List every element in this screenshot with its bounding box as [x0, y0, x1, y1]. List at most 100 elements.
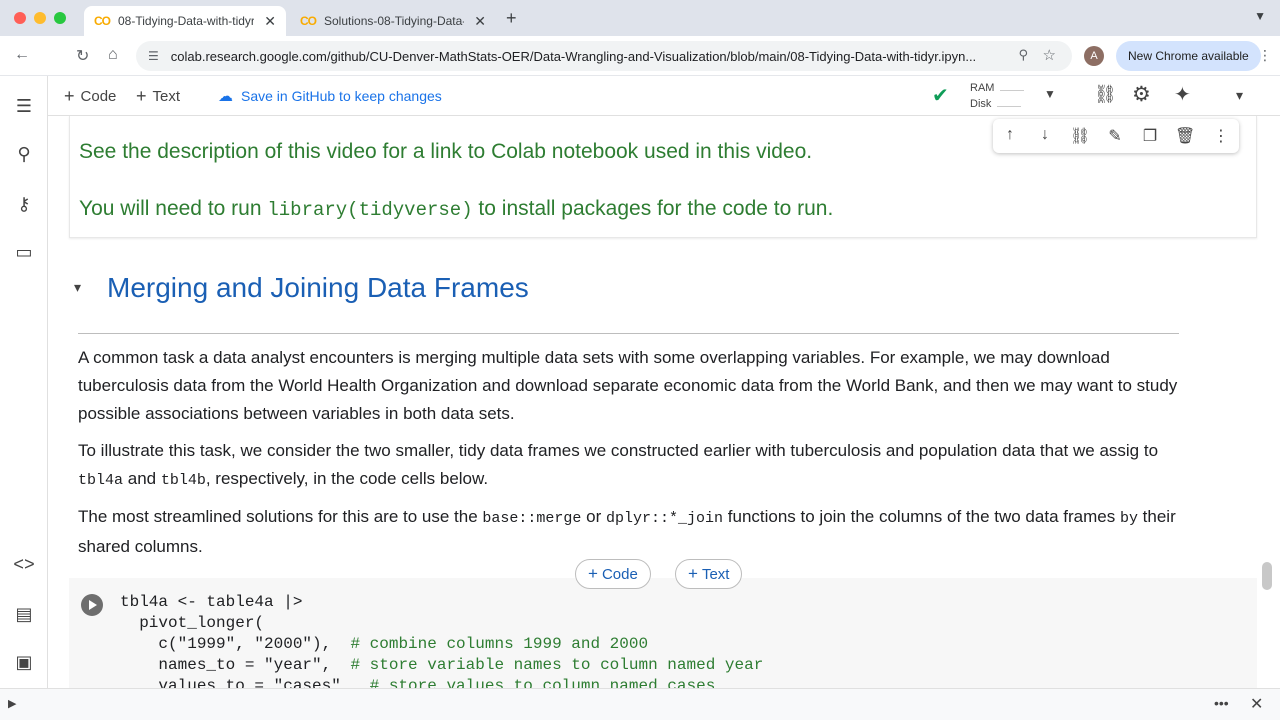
- code-comment: # store variable names to column named y…: [350, 656, 764, 674]
- add-code-label: Code: [80, 88, 117, 105]
- paragraph-illustrate: To illustrate this task, we consider the…: [78, 437, 1198, 495]
- status-more-icon[interactable]: •••: [1214, 695, 1229, 711]
- collapse-header-chevron-icon[interactable]: ▾: [1236, 87, 1243, 104]
- add-text-cell-button[interactable]: + Text: [136, 86, 180, 107]
- chrome-menu-icon[interactable]: ⋮: [1258, 47, 1272, 64]
- settings-gear-icon[interactable]: ⚙: [1132, 82, 1151, 107]
- table-of-contents-icon[interactable]: ☰: [12, 96, 36, 117]
- code-cell[interactable]: tbl4a <- table4a |> pivot_longer( c("199…: [69, 578, 1257, 688]
- move-cell-up-icon[interactable]: ↑: [1000, 126, 1020, 144]
- paragraph-text: To illustrate this task, we consider the…: [78, 441, 1159, 460]
- home-icon[interactable]: ⌂: [108, 46, 118, 64]
- inline-code: by: [1119, 510, 1138, 527]
- code-line: values_to = "cases", # store values to c…: [120, 677, 715, 688]
- scrollbar-thumb[interactable]: [1262, 562, 1272, 590]
- insert-text-label: Text: [701, 565, 730, 583]
- find-replace-icon[interactable]: ⚲: [12, 144, 36, 165]
- plus-icon: +: [64, 86, 75, 106]
- url-text[interactable]: colab.research.google.com/github/CU-Denv…: [171, 49, 1001, 64]
- save-in-github-link[interactable]: ☁ Save in GitHub to keep changes: [218, 87, 442, 105]
- run-cell-play-icon[interactable]: [81, 594, 103, 616]
- paragraph-text: The most streamlined solutions for this …: [78, 507, 483, 526]
- minimize-window-button[interactable]: [34, 12, 46, 24]
- add-text-label: Text: [152, 88, 181, 105]
- code-text: names_to = "year",: [120, 656, 351, 674]
- colab-logo-icon: CO: [94, 14, 111, 28]
- collapse-section-chevron-icon[interactable]: ▾: [74, 279, 81, 296]
- bookmark-star-icon[interactable]: ☆: [1043, 46, 1056, 64]
- code-comment: # combine columns 1999 and 2000: [350, 635, 649, 653]
- colab-logo-icon: CO: [300, 14, 317, 28]
- browser-tab-active[interactable]: CO 08-Tidying-Data-with-tidyr.ip ✕: [84, 6, 286, 36]
- tab-close-icon[interactable]: ✕: [264, 13, 276, 30]
- gemini-sparkle-icon[interactable]: ✦: [1174, 82, 1191, 107]
- video-description-text: See the description of this video for a …: [79, 140, 813, 163]
- terminal-icon[interactable]: ▣: [12, 652, 36, 673]
- instruction-text: to install packages for the code to run.: [472, 197, 834, 220]
- ram-bar: [1000, 83, 1025, 91]
- install-instructions-text: You will need to run library(tidyverse) …: [79, 197, 833, 221]
- connected-check-icon: ✔: [932, 85, 949, 107]
- back-arrow-icon[interactable]: ←: [14, 46, 30, 64]
- status-bar: ▶ ••• ✕: [0, 688, 1280, 720]
- disk-label: Disk: [970, 98, 992, 110]
- tab-title: Solutions-08-Tidying-Data-w: [324, 14, 465, 28]
- inline-code: library(tidyverse): [267, 199, 473, 221]
- command-palette-icon[interactable]: ▤: [12, 604, 36, 625]
- insert-code-cell-button[interactable]: + Code: [575, 559, 651, 589]
- heading-divider: [78, 333, 1179, 334]
- mirror-cell-icon[interactable]: ❐: [1140, 126, 1160, 146]
- link-to-cell-icon[interactable]: ⛓: [1070, 126, 1090, 146]
- code-line: c("1999", "2000"), # combine columns 199…: [120, 635, 648, 653]
- plus-icon: +: [688, 564, 698, 583]
- inline-code: tbl4b: [160, 472, 206, 489]
- reload-icon[interactable]: ↻: [76, 46, 89, 66]
- notebook-content: See the description of this video for a …: [48, 116, 1280, 688]
- instruction-text: You will need to run: [79, 197, 268, 220]
- chrome-update-button[interactable]: New Chrome available: [1116, 41, 1261, 71]
- code-line: names_to = "year", # store variable name…: [120, 656, 763, 674]
- browser-toolbar: ← ↻ ⌂ ☰ colab.research.google.com/github…: [0, 36, 1280, 76]
- cell-toolbar: ↑ ↓ ⛓ ✎ ❐ 🗑 ⋮: [993, 119, 1239, 153]
- section-heading: Merging and Joining Data Frames: [107, 272, 529, 303]
- browser-tab[interactable]: CO Solutions-08-Tidying-Data-w ✕: [290, 6, 496, 36]
- paragraph-text: or: [581, 507, 607, 526]
- address-bar[interactable]: ☰ colab.research.google.com/github/CU-De…: [136, 41, 1072, 71]
- tab-title: 08-Tidying-Data-with-tidyr.ip: [118, 14, 255, 28]
- paragraph-text: , respectively, in the code cells below.: [205, 469, 489, 488]
- expand-panel-icon[interactable]: ▶: [8, 697, 16, 710]
- close-window-button[interactable]: [14, 12, 26, 24]
- insert-code-label: Code: [601, 565, 638, 583]
- maximize-window-button[interactable]: [54, 12, 66, 24]
- tab-search-chevron-icon[interactable]: ▼: [1254, 9, 1266, 23]
- inline-code: dplyr::*_join: [606, 510, 724, 527]
- zoom-icon[interactable]: ⚲: [1018, 47, 1028, 63]
- inline-code: base::merge: [482, 510, 582, 527]
- tab-close-icon[interactable]: ✕: [474, 13, 486, 30]
- plus-icon: +: [136, 86, 147, 106]
- plus-icon: +: [588, 564, 598, 583]
- paragraph-text: functions to join the columns of the two…: [723, 507, 1120, 526]
- disk-bar: [997, 99, 1022, 107]
- left-sidebar: ☰ ⚲ ⚷ ▭ <> ▤ ▣: [0, 76, 48, 688]
- close-panel-icon[interactable]: ✕: [1250, 694, 1263, 714]
- share-link-icon[interactable]: ⛓: [1094, 84, 1117, 105]
- move-cell-down-icon[interactable]: ↓: [1035, 126, 1055, 144]
- insert-text-cell-button[interactable]: + Text: [675, 559, 743, 589]
- profile-avatar[interactable]: A: [1084, 46, 1104, 66]
- delete-trash-icon[interactable]: 🗑: [1175, 126, 1195, 146]
- paragraph-intro: A common task a data analyst encounters …: [78, 348, 1178, 423]
- more-options-icon[interactable]: ⋮: [1211, 126, 1231, 146]
- cloud-off-icon: ☁: [218, 88, 233, 105]
- paragraph-text: and: [123, 469, 161, 488]
- edit-pencil-icon[interactable]: ✎: [1105, 126, 1125, 146]
- add-code-cell-button[interactable]: + Code: [64, 86, 116, 107]
- files-folder-icon[interactable]: ▭: [12, 242, 36, 263]
- new-tab-icon[interactable]: +: [506, 8, 517, 29]
- resource-monitor[interactable]: RAM Disk: [970, 80, 1025, 112]
- site-info-icon[interactable]: ☰: [148, 49, 159, 63]
- code-snippets-icon[interactable]: <>: [12, 556, 36, 576]
- code-text: values_to = "cases",: [120, 677, 370, 688]
- runtime-dropdown-icon[interactable]: ▼: [1044, 87, 1056, 101]
- secrets-key-icon[interactable]: ⚷: [12, 194, 36, 215]
